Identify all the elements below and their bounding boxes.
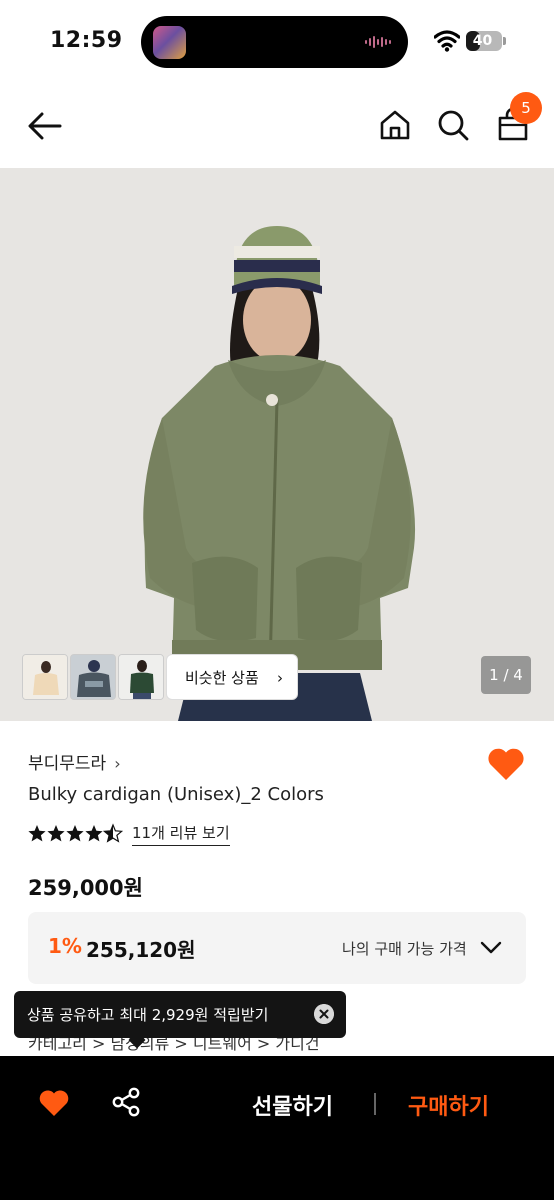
- status-bar: 12:59 40: [0, 0, 554, 84]
- brand-name: 부디무드라: [28, 754, 107, 774]
- thumbnail-1-image: [23, 655, 67, 699]
- my-price-panel[interactable]: 1% 255,120원 나의 구매 가능 가격: [28, 912, 526, 984]
- product-name: Bulky cardigan (Unisex)_2 Colors: [28, 784, 324, 805]
- gallery-thumbnail-1[interactable]: [22, 654, 68, 700]
- gallery-page-counter: 1 / 4: [481, 656, 531, 694]
- original-price: 259,000원: [28, 876, 143, 900]
- toast-text: 상품 공유하고 최대 2,929원 적립받기: [27, 1006, 269, 1024]
- chevron-right-icon: ›: [114, 754, 121, 773]
- audio-wave-icon: [365, 36, 391, 48]
- button-divider: [374, 1093, 376, 1115]
- wifi-icon: [434, 30, 460, 52]
- top-nav: 5: [0, 84, 554, 168]
- my-price-label: 나의 구매 가능 가격: [342, 940, 467, 958]
- home-icon[interactable]: [378, 108, 412, 142]
- thumbnail-2-image: [71, 655, 115, 699]
- like-heart-icon[interactable]: [486, 746, 526, 782]
- search-icon[interactable]: [436, 108, 470, 142]
- close-icon[interactable]: [314, 1004, 334, 1024]
- buy-button[interactable]: 구매하기: [408, 1089, 489, 1121]
- product-image-gallery[interactable]: 비슷한 상품 › 1 / 4: [0, 168, 554, 721]
- gallery-thumbnail-3[interactable]: [118, 654, 164, 700]
- sale-price: 255,120원: [86, 938, 196, 962]
- gift-button[interactable]: 선물하기: [252, 1089, 333, 1121]
- wishlist-heart-icon[interactable]: [38, 1088, 70, 1118]
- share-reward-toast: 상품 공유하고 최대 2,929원 적립받기: [14, 991, 346, 1049]
- battery-cap: [503, 37, 506, 45]
- battery-percent: 40: [472, 33, 493, 49]
- dynamic-island[interactable]: [141, 16, 408, 68]
- similar-products-label: 비슷한 상품: [185, 669, 259, 687]
- product-photo: [0, 168, 554, 721]
- gallery-thumbnail-2[interactable]: [70, 654, 116, 700]
- star-rating-icon: [28, 824, 123, 843]
- chevron-right-icon: ›: [277, 669, 283, 687]
- brand-link[interactable]: 부디무드라 ›: [28, 749, 121, 774]
- cart-count-badge: 5: [510, 92, 542, 124]
- thumbnail-3-image: [119, 655, 163, 699]
- now-playing-artwork: [153, 26, 186, 59]
- bottom-action-bar: 선물하기 구매하기: [0, 1056, 554, 1200]
- chevron-down-icon[interactable]: [480, 940, 502, 956]
- status-time: 12:59: [50, 28, 123, 53]
- view-reviews-link[interactable]: 11개 리뷰 보기: [132, 822, 230, 846]
- discount-rate: 1%: [48, 934, 82, 958]
- share-icon[interactable]: [110, 1086, 142, 1118]
- back-arrow-icon[interactable]: [26, 110, 64, 142]
- similar-products-button[interactable]: 비슷한 상품 ›: [166, 654, 298, 700]
- battery-indicator: 40: [466, 31, 502, 51]
